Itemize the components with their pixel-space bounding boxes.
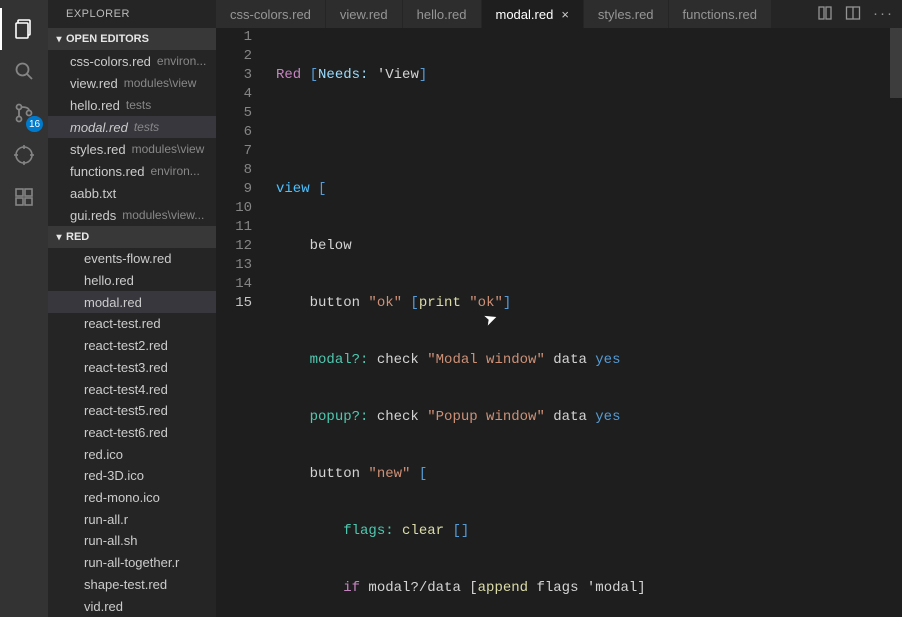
open-editors-label: OPEN EDITORS bbox=[66, 33, 149, 45]
tab-label: view.red bbox=[340, 7, 388, 22]
tab-label: hello.red bbox=[417, 7, 467, 22]
folder-header[interactable]: ▾ RED bbox=[48, 226, 216, 248]
tab-label: functions.red bbox=[683, 7, 757, 22]
editor-tabs: css-colors.red view.red hello.red modal.red… bbox=[216, 0, 902, 28]
open-editors-header[interactable]: ▾ OPEN EDITORS bbox=[48, 28, 216, 50]
line-number: 5 bbox=[216, 104, 252, 123]
line-number: 11 bbox=[216, 218, 252, 237]
file-tree-item[interactable]: react-test2.red bbox=[48, 335, 216, 357]
file-tree-item[interactable]: events-flow.red bbox=[48, 248, 216, 270]
file-tree-item[interactable]: run-all.sh bbox=[48, 530, 216, 552]
search-icon[interactable] bbox=[0, 50, 48, 92]
open-editor-path: modules\view bbox=[124, 76, 197, 90]
open-editor-item[interactable]: modal.red tests bbox=[48, 116, 216, 138]
close-icon[interactable]: × bbox=[561, 7, 569, 22]
open-editor-path: tests bbox=[134, 120, 159, 134]
line-number: 12 bbox=[216, 237, 252, 256]
open-editor-path: modules\view bbox=[132, 142, 205, 156]
open-editor-item[interactable]: aabb.txt bbox=[48, 182, 216, 204]
open-editor-path: environ... bbox=[150, 164, 199, 178]
scm-badge: 16 bbox=[26, 116, 43, 132]
line-number: 6 bbox=[216, 123, 252, 142]
open-editor-filename: modal.red bbox=[70, 120, 128, 135]
explorer-icon[interactable] bbox=[0, 8, 48, 50]
open-editor-path: tests bbox=[126, 98, 151, 112]
line-number: 15 bbox=[216, 294, 252, 313]
editor-tab[interactable]: view.red bbox=[326, 0, 403, 28]
folder-label: RED bbox=[66, 231, 89, 243]
open-editor-item[interactable]: functions.red environ... bbox=[48, 160, 216, 182]
open-editor-path: modules\view... bbox=[122, 208, 204, 222]
tab-label: styles.red bbox=[598, 7, 654, 22]
open-editor-filename: view.red bbox=[70, 76, 118, 91]
line-number: 9 bbox=[216, 180, 252, 199]
line-number: 14 bbox=[216, 275, 252, 294]
open-editor-filename: css-colors.red bbox=[70, 54, 151, 69]
file-tree-item[interactable]: react-test5.red bbox=[48, 400, 216, 422]
open-editor-filename: functions.red bbox=[70, 164, 144, 179]
file-tree-item[interactable]: red.ico bbox=[48, 443, 216, 465]
editor-area: css-colors.red view.red hello.red modal.red… bbox=[216, 0, 902, 617]
editor-tab[interactable]: modal.red × bbox=[482, 0, 584, 28]
file-tree-item[interactable]: react-test.red bbox=[48, 313, 216, 335]
file-tree-item[interactable]: vid.red bbox=[48, 595, 216, 617]
file-tree-item[interactable]: react-test4.red bbox=[48, 378, 216, 400]
open-editors-list: css-colors.red environ... view.red modules\… bbox=[48, 50, 216, 226]
debug-icon[interactable] bbox=[0, 134, 48, 176]
more-icon[interactable]: ··· bbox=[873, 6, 894, 22]
folder-file-list: events-flow.redhello.redmodal.redreact-t… bbox=[48, 248, 216, 617]
editor-body[interactable]: 123456789101112131415 Red [Needs: 'View]… bbox=[216, 28, 902, 617]
source-control-icon[interactable]: 16 bbox=[0, 92, 48, 134]
line-number: 4 bbox=[216, 85, 252, 104]
file-tree-item[interactable]: modal.red bbox=[48, 291, 216, 313]
explorer-sidebar: EXPLORER ▾ OPEN EDITORS css-colors.red en… bbox=[48, 0, 216, 617]
tab-label: css-colors.red bbox=[230, 7, 311, 22]
editor-scrollbar[interactable] bbox=[890, 28, 902, 98]
tab-actions: ··· bbox=[817, 0, 902, 28]
open-editor-item[interactable]: styles.red modules\view bbox=[48, 138, 216, 160]
open-editor-item[interactable]: gui.reds modules\view... bbox=[48, 204, 216, 226]
activity-bar: 16 bbox=[0, 0, 48, 617]
open-editor-filename: aabb.txt bbox=[70, 186, 116, 201]
editor-tab[interactable]: hello.red bbox=[403, 0, 482, 28]
file-tree-item[interactable]: red-mono.ico bbox=[48, 487, 216, 509]
code-content[interactable]: Red [Needs: 'View] view [ below button "… bbox=[266, 28, 902, 617]
file-tree-item[interactable]: react-test3.red bbox=[48, 357, 216, 379]
line-number: 2 bbox=[216, 47, 252, 66]
open-editor-item[interactable]: css-colors.red environ... bbox=[48, 50, 216, 72]
file-tree-item[interactable]: react-test6.red bbox=[48, 422, 216, 444]
file-tree-item[interactable]: run-all-together.r bbox=[48, 552, 216, 574]
file-tree-item[interactable]: run-all.r bbox=[48, 508, 216, 530]
file-tree-item[interactable]: red-3D.ico bbox=[48, 465, 216, 487]
line-number: 1 bbox=[216, 28, 252, 47]
open-editor-path: environ... bbox=[157, 54, 206, 68]
compare-changes-icon[interactable] bbox=[817, 5, 833, 24]
file-tree-item[interactable]: shape-test.red bbox=[48, 574, 216, 596]
chevron-down-icon: ▾ bbox=[52, 34, 66, 45]
open-editor-item[interactable]: view.red modules\view bbox=[48, 72, 216, 94]
line-number: 10 bbox=[216, 199, 252, 218]
editor-tab[interactable]: styles.red bbox=[584, 0, 669, 28]
line-number: 13 bbox=[216, 256, 252, 275]
chevron-down-icon: ▾ bbox=[52, 232, 66, 243]
line-number-gutter: 123456789101112131415 bbox=[216, 28, 266, 617]
open-editor-filename: hello.red bbox=[70, 98, 120, 113]
open-editor-filename: styles.red bbox=[70, 142, 126, 157]
editor-tab[interactable]: css-colors.red bbox=[216, 0, 326, 28]
line-number: 7 bbox=[216, 142, 252, 161]
editor-tab[interactable]: functions.red bbox=[669, 0, 772, 28]
line-number: 8 bbox=[216, 161, 252, 180]
tab-label: modal.red bbox=[496, 7, 554, 22]
file-tree-item[interactable]: hello.red bbox=[48, 270, 216, 292]
line-number: 3 bbox=[216, 66, 252, 85]
extensions-icon[interactable] bbox=[0, 176, 48, 218]
open-editor-filename: gui.reds bbox=[70, 208, 116, 223]
open-editor-item[interactable]: hello.red tests bbox=[48, 94, 216, 116]
split-editor-icon[interactable] bbox=[845, 5, 861, 24]
sidebar-title: EXPLORER bbox=[48, 0, 216, 28]
